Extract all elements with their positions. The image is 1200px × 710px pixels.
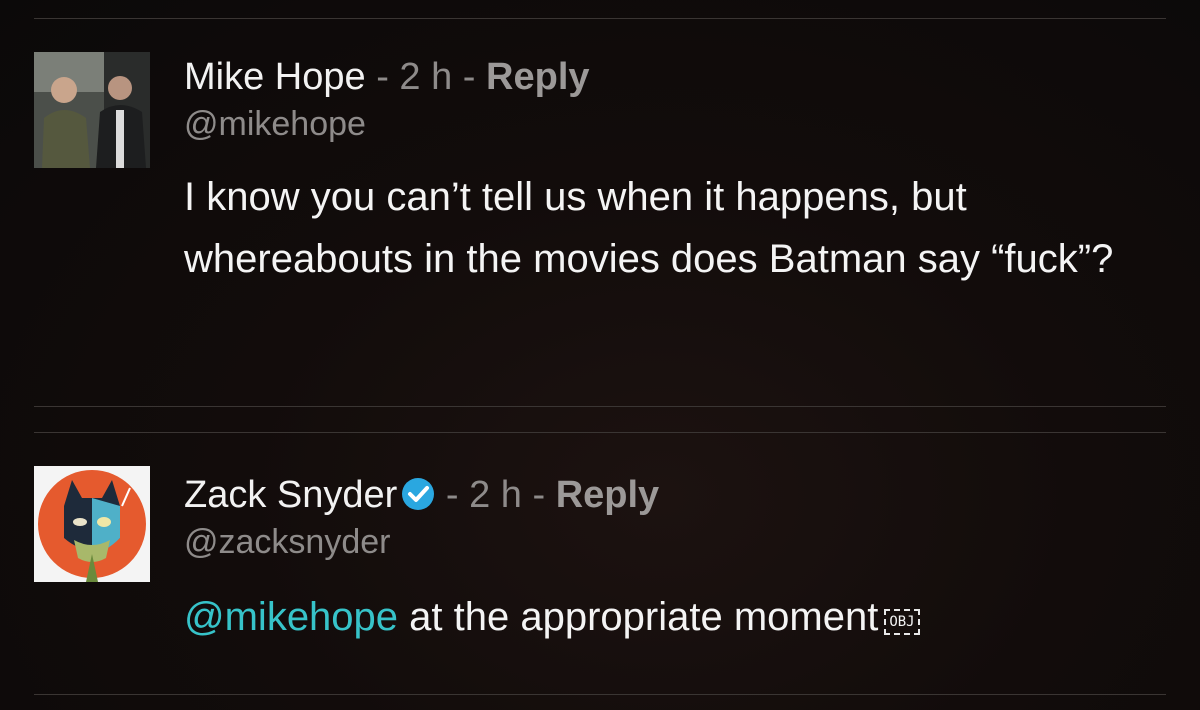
comment-body: I know you can’t tell us when it happens… [184,175,1114,281]
timestamp: 2 h [469,474,522,516]
separator: - [452,56,487,98]
divider-middle-1 [34,406,1166,407]
author-handle[interactable]: @zacksnyder [184,520,1164,564]
author-name[interactable]: Mike Hope [184,56,366,98]
comment-header: Zack Snyder - 2 h - Reply [184,472,1164,518]
divider-bottom [34,694,1166,695]
separator: - [365,56,400,98]
divider-top [34,18,1166,19]
separator: - [521,474,556,516]
verified-badge-icon [401,476,435,510]
avatar[interactable] [34,466,150,582]
avatar[interactable] [34,52,150,168]
reply-button[interactable]: Reply [486,56,589,98]
comment-text: I know you can’t tell us when it happens… [184,166,1144,290]
comment-body: at the appropriate moment [398,595,879,639]
avatar-photo-icon [34,52,150,168]
comment-text: @mikehope at the appropriate moment OBJ [184,586,1164,648]
comment-content: Mike Hope - 2 h - Reply @mikehope I know… [184,54,1164,290]
object-replacement-glyph: OBJ [884,609,920,635]
divider-middle-2 [34,432,1166,433]
timestamp: 2 h [399,56,453,98]
avatar-illustration-icon [34,466,150,582]
comment-header: Mike Hope - 2 h - Reply [184,54,1164,100]
comment-zack-snyder: Zack Snyder - 2 h - Reply @zacksnyder @m… [34,466,1164,676]
author-name[interactable]: Zack Snyder [184,474,397,516]
comment-mike-hope: Mike Hope - 2 h - Reply @mikehope I know… [34,52,1164,392]
author-handle[interactable]: @mikehope [184,102,1164,146]
mention-link[interactable]: @mikehope [184,595,398,639]
comment-content: Zack Snyder - 2 h - Reply @zacksnyder @m… [184,472,1164,648]
reply-button[interactable]: Reply [556,474,659,516]
separator: - [435,474,470,516]
